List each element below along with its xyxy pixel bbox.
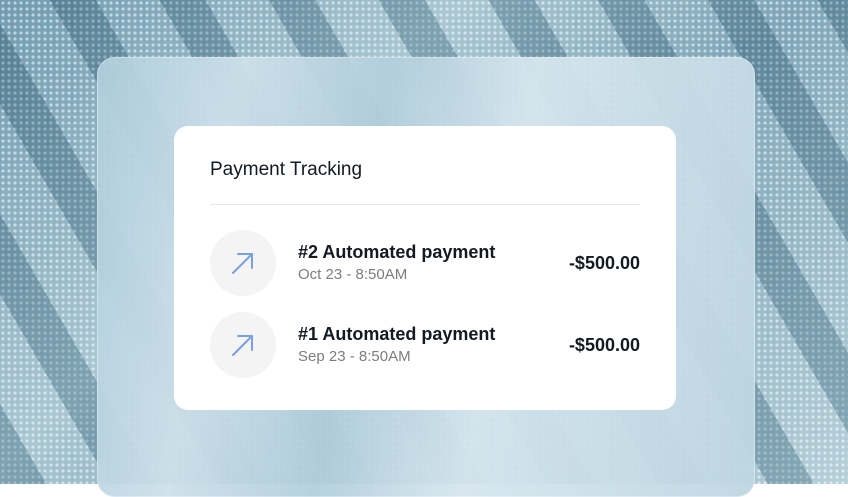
- card-title: Payment Tracking: [210, 159, 640, 181]
- payment-date: Sep 23 - 8:50AM: [298, 347, 569, 367]
- payment-title: #1 Automated payment: [298, 323, 569, 345]
- payment-amount: -$500.00: [569, 253, 640, 274]
- payment-row[interactable]: #2 Automated payment Oct 23 - 8:50AM -$5…: [210, 230, 640, 296]
- payment-title: #2 Automated payment: [298, 241, 569, 263]
- payment-icon-container: [210, 230, 276, 296]
- payment-icon-container: [210, 312, 276, 378]
- arrow-up-right-icon: [229, 249, 257, 277]
- payment-details: #2 Automated payment Oct 23 - 8:50AM: [298, 241, 569, 285]
- payment-amount: -$500.00: [569, 335, 640, 356]
- divider: [210, 204, 640, 205]
- payment-row[interactable]: #1 Automated payment Sep 23 - 8:50AM -$5…: [210, 312, 640, 378]
- arrow-up-right-icon: [229, 331, 257, 359]
- payment-tracking-card: Payment Tracking #2 Automated payment Oc…: [174, 126, 676, 410]
- payment-details: #1 Automated payment Sep 23 - 8:50AM: [298, 323, 569, 367]
- payment-date: Oct 23 - 8:50AM: [298, 265, 569, 285]
